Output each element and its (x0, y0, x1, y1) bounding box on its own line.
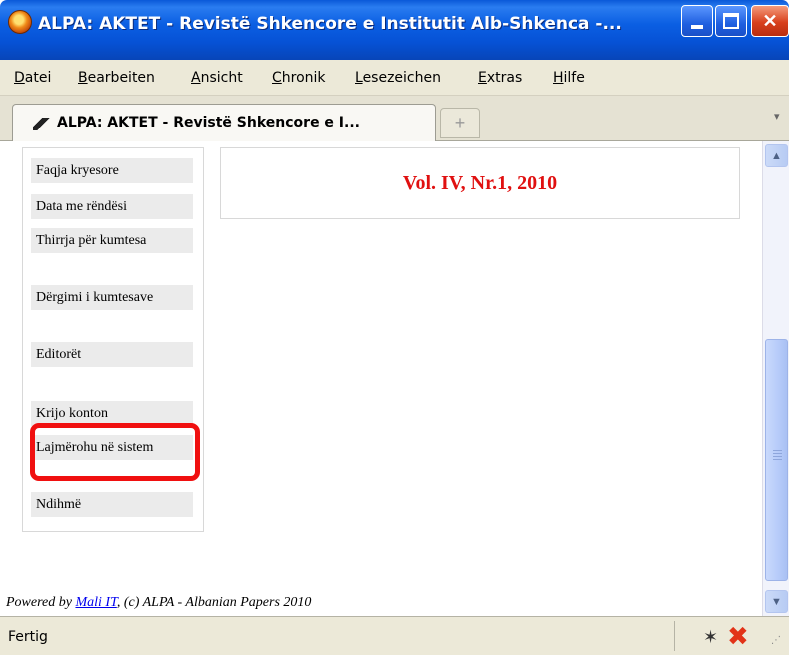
resize-grip-icon[interactable]: ⋰ (771, 635, 781, 646)
menu-bar: Datei Bearbeiten Ansicht Chronik Lesezei… (0, 60, 789, 96)
tab-bar: ALPA: AKTET - Revistë Shkencore e I... +… (0, 96, 789, 141)
vertical-scrollbar[interactable]: ▲ ▼ (762, 141, 789, 616)
tab-active[interactable]: ALPA: AKTET - Revistë Shkencore e I... (12, 104, 436, 141)
window-title-bar[interactable]: ALPA: AKTET - Revistë Shkencore e Instit… (0, 0, 789, 60)
site-favicon-icon (33, 118, 51, 130)
status-bar: Fertig ✶ ✖ ⋰ (0, 616, 789, 655)
menu-bearbeiten[interactable]: Bearbeiten (78, 70, 155, 86)
mali-it-link[interactable]: Mali IT (75, 595, 116, 610)
highlight-annotation (30, 423, 200, 481)
menu-hilfe[interactable]: Hilfe (553, 70, 585, 86)
firefox-icon[interactable] (8, 10, 32, 34)
menu-extras[interactable]: Extras (478, 70, 522, 86)
minimize-button[interactable] (681, 5, 713, 37)
minimize-icon (691, 25, 703, 29)
status-icons-area: ✶ ✖ ⋰ (674, 621, 789, 652)
bug-icon[interactable]: ✶ (703, 627, 718, 648)
sidebar-item-data-me-rendesi[interactable]: Data me rëndësi (31, 194, 193, 219)
sidebar-item-ndihme[interactable]: Ndihmë (31, 492, 193, 517)
sidebar-item-dergimi-i-kumtesave[interactable]: Dërgimi i kumtesave (31, 285, 193, 310)
maximize-icon (723, 13, 739, 29)
sidebar-item-thirrja-per-kumtesa[interactable]: Thirrja për kumtesa (31, 228, 193, 253)
close-button[interactable]: ✕ (751, 5, 789, 37)
issue-heading: Vol. IV, Nr.1, 2010 (402, 171, 558, 194)
page-footer: Powered by Mali IT, (c) ALPA - Albanian … (6, 595, 312, 610)
window-title: ALPA: AKTET - Revistë Shkencore e Instit… (38, 14, 622, 34)
menu-datei[interactable]: Datei (14, 70, 51, 86)
menu-lesezeichen[interactable]: Lesezeichen (355, 70, 441, 86)
scroll-up-arrow-icon[interactable]: ▲ (765, 144, 788, 167)
scroll-down-arrow-icon[interactable]: ▼ (765, 590, 788, 613)
grip-icon (773, 450, 782, 462)
status-text: Fertig (8, 629, 48, 645)
sidebar-item-editoret[interactable]: Editorët (31, 342, 193, 367)
plus-icon: + (454, 112, 466, 133)
maximize-button[interactable] (715, 5, 747, 37)
tab-label: ALPA: AKTET - Revistë Shkencore e I... (57, 115, 360, 131)
scrollbar-thumb[interactable] (765, 339, 788, 581)
new-tab-button[interactable]: + (440, 108, 480, 138)
menu-ansicht[interactable]: Ansicht (191, 70, 243, 86)
tab-list-icon[interactable]: ▾ (774, 110, 780, 123)
menu-chronik[interactable]: Chronik (272, 70, 326, 86)
issue-heading-box: Vol. IV, Nr.1, 2010 (220, 147, 740, 219)
close-icon: ✕ (762, 10, 778, 31)
sidebar-item-faqja-kryesore[interactable]: Faqja kryesore (31, 158, 193, 183)
blocked-icon[interactable]: ✖ (727, 622, 749, 652)
page-content: Faqja kryesore Data me rëndësi Thirrja p… (0, 141, 762, 616)
